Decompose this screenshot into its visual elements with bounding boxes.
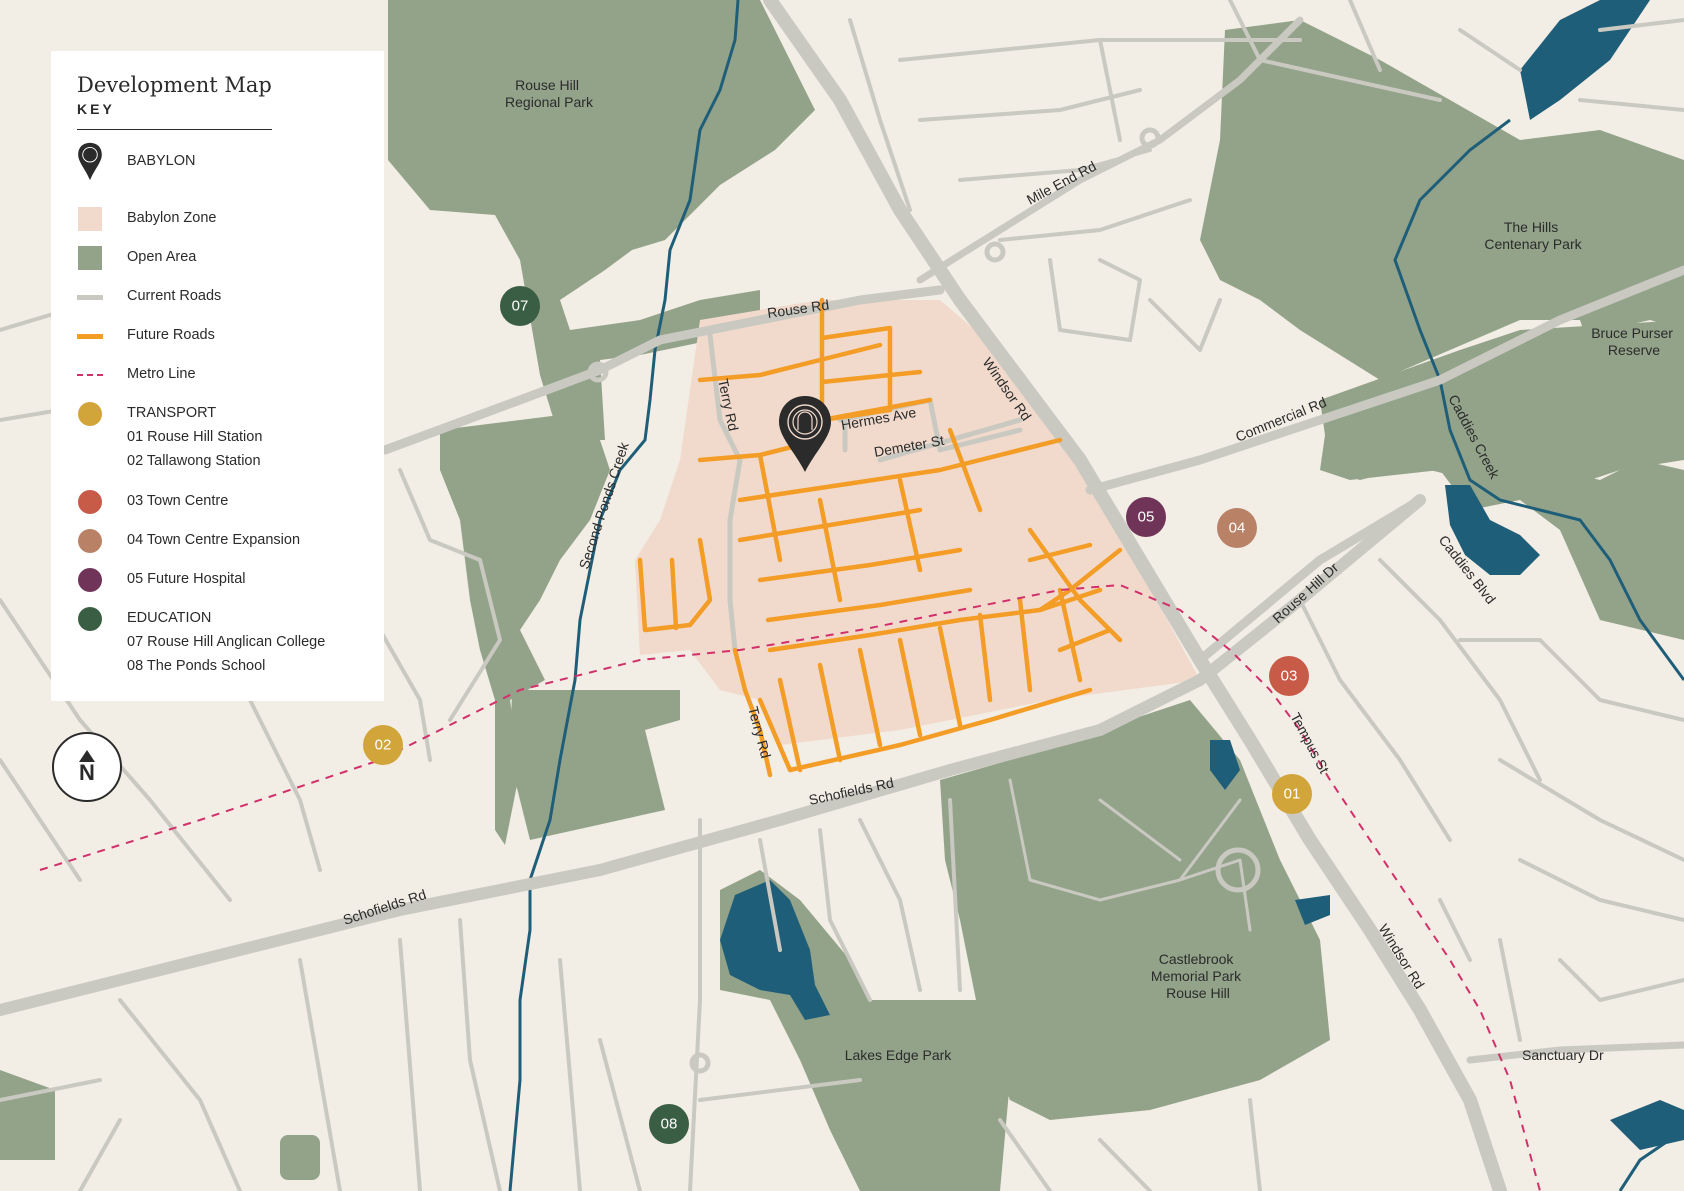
transport-heading: TRANSPORT (127, 405, 217, 421)
future-roads-swatch (77, 323, 103, 349)
legend-row-babylon-zone: Babylon Zone (77, 206, 216, 232)
legend-label-open-area: Open Area (127, 249, 197, 265)
legend-row-current-roads: Current Roads (77, 284, 221, 310)
education-item: 07 Rouse Hill Anglican College (127, 634, 326, 650)
svg-text:07: 07 (512, 298, 529, 315)
town-centre-expansion-swatch (77, 528, 103, 554)
legend-label-education: EDUCATION 07 Rouse Hill Anglican College… (127, 606, 325, 678)
transport-item: 01 Rouse Hill Station (127, 429, 263, 445)
legend-title: Development Map (77, 73, 272, 97)
current-roads-swatch (77, 284, 103, 310)
marker-02-tallawong-station[interactable]: 02 (363, 725, 403, 765)
svg-text:02: 02 (375, 737, 392, 754)
babylon-zone-swatch (77, 206, 103, 232)
legend-row-town-centre-expansion: 04 Town Centre Expansion (77, 528, 300, 554)
transport-item: 02 Tallawong Station (127, 453, 261, 469)
legend-label-town-centre-expansion: 04 Town Centre Expansion (127, 532, 301, 548)
education-swatch (77, 606, 103, 632)
education-heading: EDUCATION (127, 610, 212, 626)
legend-label-babylon: BABYLON (127, 153, 196, 169)
education-item: 08 The Ponds School (127, 658, 266, 674)
legend-label-metro-line: Metro Line (127, 366, 196, 382)
marker-04-town-centre-expansion[interactable]: 04 (1217, 508, 1257, 548)
sanctuary-dr-label: Sanctuary Dr (1522, 1047, 1604, 1063)
legend-key-heading: KEY (77, 101, 272, 130)
svg-text:08: 08 (661, 1116, 678, 1133)
legend-label-babylon-zone: Babylon Zone (127, 210, 217, 226)
legend-row-town-centre: 03 Town Centre (77, 489, 228, 515)
legend-label-town-centre: 03 Town Centre (127, 493, 229, 509)
marker-03-town-centre[interactable]: 03 (1269, 656, 1309, 696)
lakes-edge-park-label: Lakes Edge Park (845, 1047, 953, 1063)
marker-05-future-hospital[interactable]: 05 (1126, 497, 1166, 537)
legend-row-metro-line: Metro Line (77, 362, 196, 388)
legend-label-future-roads: Future Roads (127, 327, 215, 343)
open-area-swatch (77, 245, 103, 271)
svg-text:03: 03 (1281, 668, 1298, 685)
rouse-hill-regional-park-label: Rouse Hill Regional Park (505, 77, 594, 110)
north-label: N (79, 760, 95, 785)
marker-01-rouse-hill-station[interactable]: 01 (1272, 774, 1312, 814)
babylon-pin-legend-icon (77, 142, 103, 181)
legend-label-future-hospital: 05 Future Hospital (127, 571, 246, 587)
transport-swatch (77, 401, 103, 427)
open-area-small-south (280, 1135, 320, 1180)
legend-row-open-area: Open Area (77, 245, 196, 271)
map-legend: Development Map KEY BABYLON Babylon Zone… (51, 51, 384, 701)
legend-row-future-hospital: 05 Future Hospital (77, 567, 245, 593)
metro-line-swatch (77, 362, 103, 388)
svg-text:05: 05 (1138, 509, 1155, 526)
marker-07-rouse-hill-anglican-college[interactable]: 07 (500, 286, 540, 326)
north-arrow: N (52, 732, 122, 802)
town-centre-swatch (77, 489, 103, 515)
legend-label-current-roads: Current Roads (127, 288, 222, 304)
legend-row-babylon: BABYLON (77, 142, 196, 181)
legend-row-future-roads: Future Roads (77, 323, 215, 349)
legend-row-transport: TRANSPORT 01 Rouse Hill Station 02 Talla… (77, 401, 262, 473)
marker-08-the-ponds-school[interactable]: 08 (649, 1104, 689, 1144)
legend-row-education: EDUCATION 07 Rouse Hill Anglican College… (77, 606, 325, 678)
svg-text:01: 01 (1284, 786, 1301, 803)
svg-text:04: 04 (1229, 520, 1246, 537)
legend-label-transport: TRANSPORT 01 Rouse Hill Station 02 Talla… (127, 401, 262, 473)
future-hospital-swatch (77, 567, 103, 593)
